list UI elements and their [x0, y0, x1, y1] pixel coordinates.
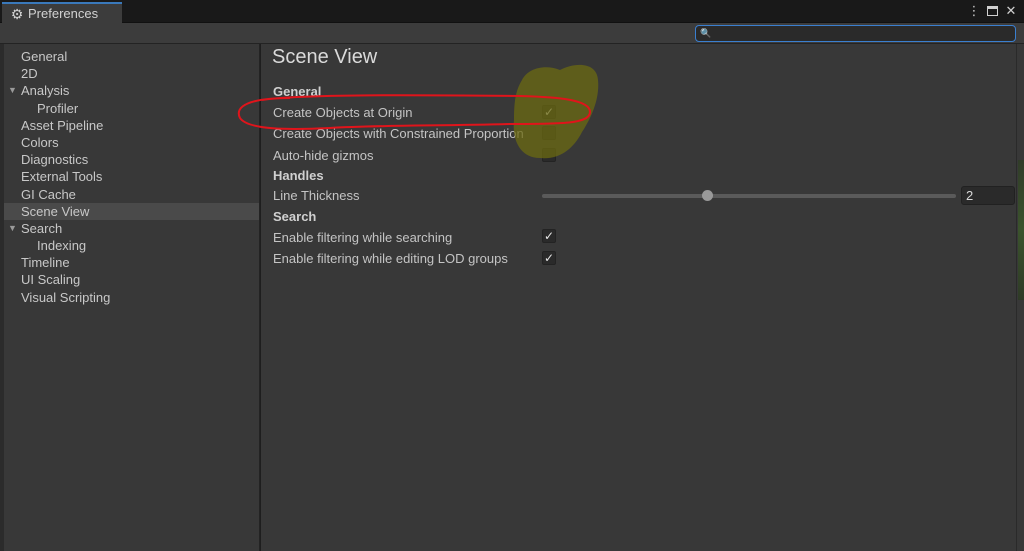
toolbar: 🔍 — [0, 23, 1024, 44]
sidebar-item-label: General — [21, 49, 68, 64]
sidebar-item-timeline[interactable]: Timeline — [4, 254, 259, 271]
sidebar-item-label: Scene View — [21, 203, 90, 219]
sidebar-item-2d[interactable]: 2D — [4, 65, 259, 82]
preferences-sidebar: General 2D ▼ Analysis Profiler Asset Pipeline… — [4, 44, 260, 551]
line-thickness-slider[interactable] — [542, 190, 956, 201]
sidebar-item-scene-view[interactable]: Scene View — [4, 202, 259, 220]
sidebar-item-ui-scaling[interactable]: UI Scaling — [4, 271, 259, 288]
slider-handle[interactable] — [702, 190, 714, 201]
sidebar-item-asset-pipeline[interactable]: Asset Pipeline — [4, 117, 259, 134]
section-general-heading: General — [273, 84, 322, 99]
sidebar-item-profiler[interactable]: Profiler — [4, 100, 259, 117]
sidebar-item-label: Search — [21, 220, 63, 236]
sidebar-item-visual-scripting[interactable]: Visual Scripting — [4, 289, 259, 306]
sidebar-item-label: 2D — [21, 66, 38, 82]
close-icon[interactable]: ✕ — [1004, 3, 1018, 18]
sidebar-item-label: Profiler — [37, 100, 79, 116]
page-title: Scene View — [272, 46, 378, 68]
background-scene-sliver — [1018, 160, 1024, 300]
sidebar-item-search[interactable]: ▼ Search — [4, 220, 259, 237]
sidebar-item-diagnostics[interactable]: Diagnostics — [4, 151, 259, 168]
sidebar-item-external-tools[interactable]: External Tools — [4, 168, 259, 185]
search-box[interactable]: 🔍 — [695, 25, 1016, 42]
sidebar-item-gi-cache[interactable]: GI Cache — [4, 186, 259, 203]
gear-icon: ⚙ — [10, 5, 24, 22]
filter-lod-groups-checkbox[interactable]: ✓ — [542, 251, 556, 265]
sidebar-item-label: UI Scaling — [21, 272, 81, 288]
window-controls: ⋮ ✕ — [967, 3, 1018, 19]
sidebar-item-indexing[interactable]: Indexing — [4, 237, 259, 254]
expand-arrow-icon[interactable]: ▼ — [8, 82, 17, 99]
sidebar-item-label: Diagnostics — [21, 152, 89, 168]
preferences-tab[interactable]: ⚙ Preferences — [2, 2, 122, 23]
filter-while-searching-checkbox[interactable]: ✓ — [542, 229, 556, 243]
more-options-icon[interactable]: ⋮ — [967, 3, 981, 18]
sidebar-item-label: Indexing — [37, 238, 87, 254]
create-objects-at-origin-checkbox[interactable]: ✓ — [542, 105, 556, 119]
title-bar: ⚙ Preferences ⋮ ✕ — [0, 0, 1024, 23]
sidebar-item-general[interactable]: General — [4, 48, 259, 65]
create-objects-at-origin-label: Create Objects at Origin — [273, 105, 413, 120]
section-search-heading: Search — [273, 209, 317, 224]
sidebar-item-label: Analysis — [21, 83, 70, 99]
auto-hide-gizmos-checkbox[interactable] — [542, 148, 556, 162]
filter-lod-groups-label: Enable filtering while editing LOD group… — [273, 251, 508, 266]
search-input[interactable] — [715, 26, 1006, 41]
maximize-icon[interactable] — [987, 6, 998, 16]
line-thickness-label: Line Thickness — [273, 188, 360, 203]
constrained-proportions-checkbox[interactable] — [542, 126, 556, 140]
sidebar-item-label: Colors — [21, 134, 59, 150]
sidebar-item-label: External Tools — [21, 169, 103, 185]
settings-panel: Scene View General Create Objects at Ori… — [261, 44, 1016, 551]
auto-hide-gizmos-label: Auto-hide gizmos — [273, 148, 374, 163]
sidebar-item-label: GI Cache — [21, 186, 76, 202]
search-icon: 🔍 — [700, 28, 712, 38]
tab-title: Preferences — [28, 6, 99, 21]
filter-while-searching-label: Enable filtering while searching — [273, 230, 453, 245]
sidebar-item-label: Timeline — [21, 255, 70, 271]
sidebar-item-label: Asset Pipeline — [21, 117, 104, 133]
sidebar-item-label: Visual Scripting — [21, 289, 111, 305]
section-handles-heading: Handles — [273, 168, 324, 183]
sidebar-item-analysis[interactable]: ▼ Analysis — [4, 82, 259, 99]
expand-arrow-icon[interactable]: ▼ — [8, 220, 17, 237]
constrained-proportions-label: Create Objects with Constrained Proporti… — [273, 126, 524, 141]
line-thickness-value-field[interactable]: 2 — [961, 186, 1015, 205]
sidebar-item-colors[interactable]: Colors — [4, 134, 259, 151]
